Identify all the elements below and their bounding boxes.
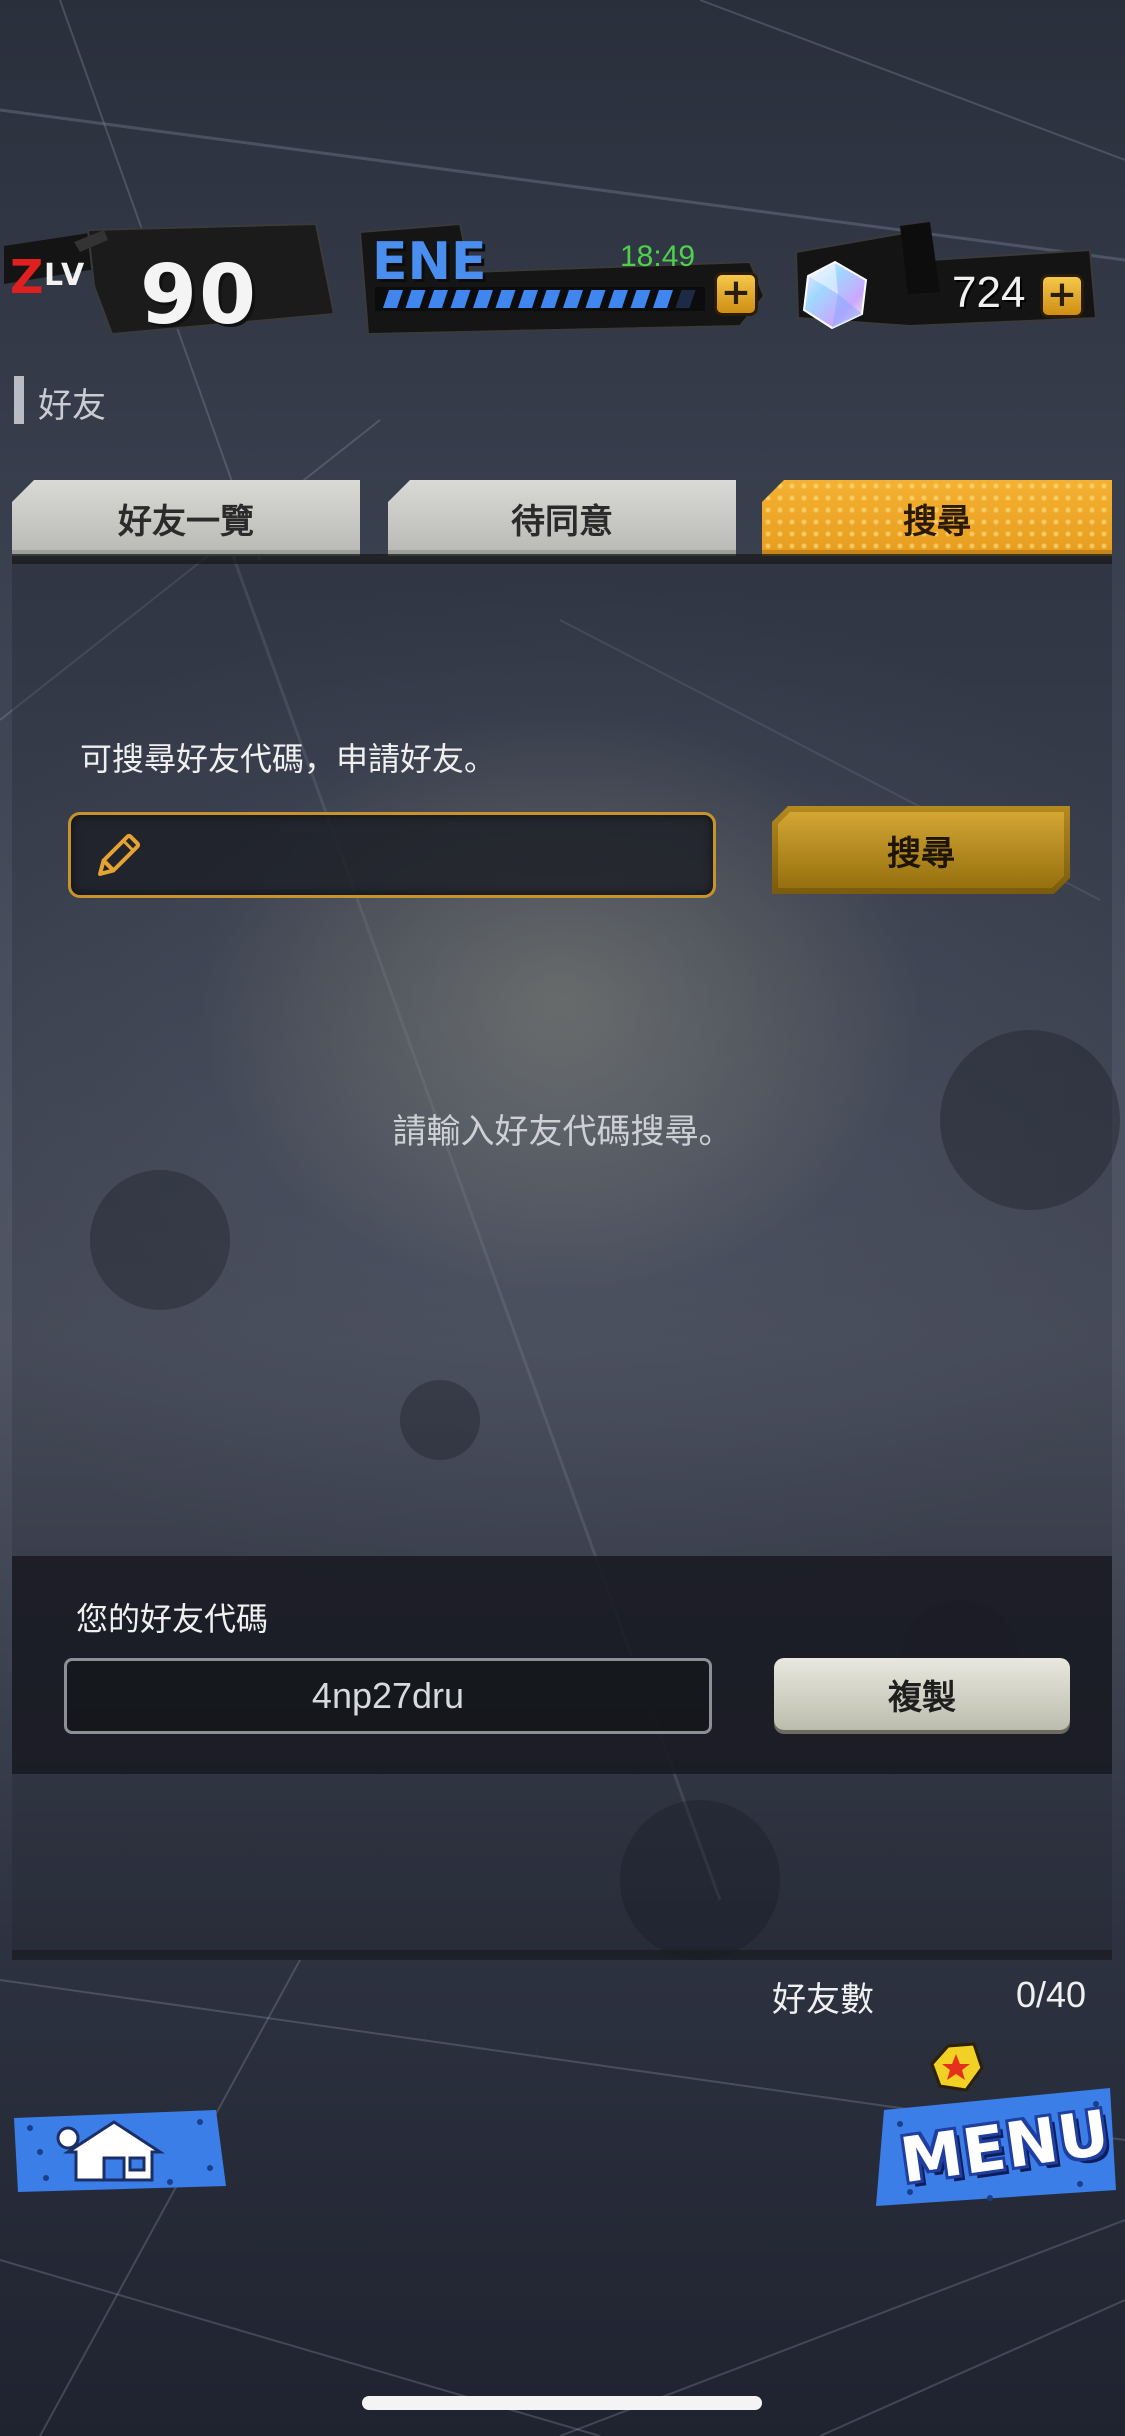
friend-code-search-input[interactable] <box>161 829 685 885</box>
gem-plus-icon[interactable]: + <box>1040 274 1084 318</box>
home-button[interactable] <box>10 2108 230 2194</box>
page-title: 好友 <box>38 386 106 426</box>
search-button[interactable]: 搜尋 <box>772 806 1070 894</box>
energy-label: ENE <box>372 232 487 292</box>
page-title-accent <box>14 376 24 424</box>
energy-plus-icon[interactable]: + <box>714 272 758 316</box>
my-friend-code-title: 您的好友代碼 <box>76 1600 269 1638</box>
search-button-label: 搜尋 <box>887 833 955 874</box>
copy-button[interactable]: 複製 <box>774 1658 1070 1730</box>
friend-code-search-field[interactable] <box>68 812 716 898</box>
tab-label: 待同意 <box>511 501 613 542</box>
tab-friend-list[interactable]: 好友一覽 <box>12 480 360 556</box>
home-indicator[interactable] <box>362 2396 762 2410</box>
level-value: 90 <box>140 248 259 343</box>
gem-icon <box>802 260 868 330</box>
panel-bottom-edge <box>12 1950 1112 1960</box>
tab-pending[interactable]: 待同意 <box>388 480 736 556</box>
energy-timer: 18:49 <box>620 240 696 273</box>
pencil-icon <box>98 833 141 876</box>
empty-result-message: 請輸入好友代碼搜尋。 <box>392 1112 733 1152</box>
tab-divider <box>12 554 1112 564</box>
gem-count: 724 <box>952 268 1026 317</box>
tab-search[interactable]: 搜尋 <box>762 480 1112 556</box>
my-friend-code-field: 4np27dru <box>64 1658 712 1734</box>
level-label: LV <box>44 258 87 293</box>
friend-count-label: 好友數 <box>772 1980 874 2020</box>
star-badge-icon <box>930 2042 984 2092</box>
tab-label: 好友一覽 <box>118 501 254 542</box>
friend-count-value: 0/40 <box>1016 1974 1087 2015</box>
level-prefix: Z <box>10 250 44 304</box>
search-hint: 可搜尋好友代碼，申請好友。 <box>80 740 497 778</box>
tab-label: 搜尋 <box>903 501 971 542</box>
energy-bar <box>375 287 705 311</box>
